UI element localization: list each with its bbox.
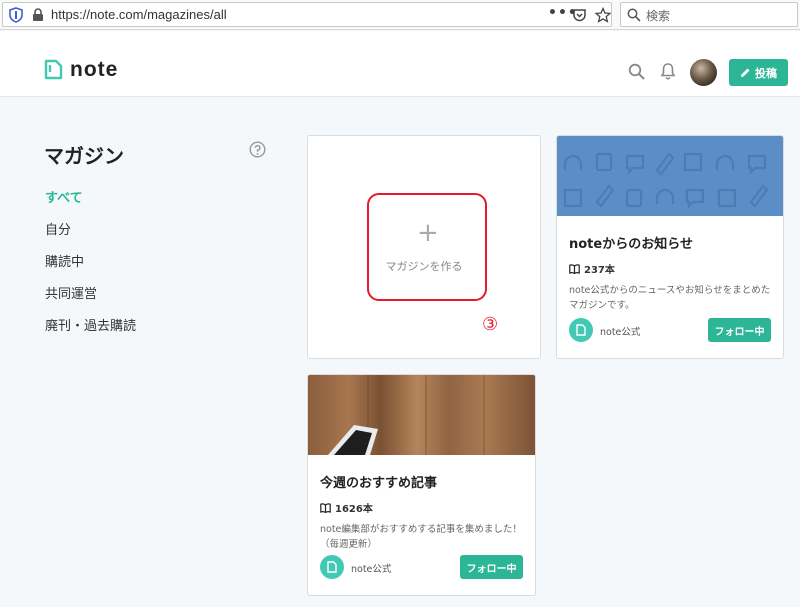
sidebar-item-subscribed[interactable]: 購読中 bbox=[45, 254, 136, 286]
sidebar-item-mine[interactable]: 自分 bbox=[45, 222, 136, 254]
create-magazine-card[interactable]: + マガジンを作る ③ bbox=[307, 135, 541, 359]
lock-icon[interactable] bbox=[31, 8, 45, 22]
search-icon[interactable] bbox=[628, 63, 645, 80]
annotation-highlight-box bbox=[367, 193, 487, 301]
help-icon[interactable] bbox=[249, 141, 266, 158]
url-text[interactable]: https://note.com/magazines/all bbox=[51, 7, 227, 22]
article-count: 1626本 bbox=[320, 500, 523, 515]
site-header: note 投稿 bbox=[0, 31, 800, 97]
owner-name[interactable]: note公式 bbox=[600, 324, 640, 338]
magazine-title[interactable]: 今週のおすすめ記事 bbox=[320, 472, 523, 491]
logo-text: note bbox=[70, 58, 119, 81]
magazine-cover-image[interactable] bbox=[308, 375, 535, 455]
note-logo[interactable]: note bbox=[44, 59, 118, 80]
browser-search-placeholder: 検索 bbox=[646, 9, 671, 23]
sidebar-nav: すべて 自分 購読中 共同運営 廃刊・過去購読 bbox=[45, 190, 136, 350]
book-icon bbox=[320, 502, 331, 513]
search-icon bbox=[627, 8, 641, 22]
browser-toolbar: https://note.com/magazines/all ••• 検索 bbox=[0, 0, 800, 30]
magazine-description: note編集部がおすすめする記事を集めました！（毎週更新） bbox=[320, 524, 522, 550]
note-logo-icon bbox=[576, 324, 586, 336]
following-button[interactable]: フォロー中 bbox=[708, 318, 771, 342]
user-avatar[interactable] bbox=[690, 59, 717, 86]
magazine-card[interactable]: 今週のおすすめ記事 1626本 note編集部がおすすめする記事を集めました！（… bbox=[307, 374, 536, 596]
owner-avatar[interactable] bbox=[569, 318, 593, 342]
magazine-description: note公式からのニュースやお知らせをまとめたマガジンです。 bbox=[569, 285, 771, 311]
article-count: 237本 bbox=[569, 261, 771, 276]
following-button[interactable]: フォロー中 bbox=[460, 555, 523, 579]
cover-icon-pattern bbox=[563, 152, 769, 209]
magazine-cover-image[interactable] bbox=[557, 136, 783, 216]
sidebar-item-discontinued[interactable]: 廃刊・過去購読 bbox=[45, 318, 136, 350]
cover-tablet-illustration bbox=[328, 375, 485, 455]
magazine-card[interactable]: noteからのお知らせ 237本 note公式からのニュースやお知らせをまとめた… bbox=[556, 135, 784, 359]
note-logo-icon bbox=[327, 561, 337, 573]
owner-name[interactable]: note公式 bbox=[351, 561, 391, 575]
sidebar-item-all[interactable]: すべて bbox=[45, 190, 136, 222]
pencil-icon bbox=[741, 68, 750, 77]
article-count-value: 1626本 bbox=[335, 504, 373, 515]
book-icon bbox=[569, 263, 580, 274]
article-count-value: 237本 bbox=[584, 265, 615, 276]
browser-search-box[interactable]: 検索 bbox=[620, 2, 798, 27]
post-button[interactable]: 投稿 bbox=[729, 59, 788, 86]
annotation-step-number: ③ bbox=[482, 314, 499, 335]
owner-avatar[interactable] bbox=[320, 555, 344, 579]
address-bar[interactable]: https://note.com/magazines/all ••• bbox=[2, 2, 612, 27]
magazine-footer: note公式 フォロー中 bbox=[320, 555, 523, 579]
bookmark-star-icon[interactable] bbox=[595, 7, 611, 23]
shield-icon[interactable] bbox=[9, 7, 23, 23]
magazine-title[interactable]: noteからのお知らせ bbox=[569, 233, 771, 252]
note-logo-icon bbox=[44, 59, 63, 80]
sidebar-item-co-managed[interactable]: 共同運営 bbox=[45, 286, 136, 318]
magazine-footer: note公式 フォロー中 bbox=[569, 318, 771, 342]
page-title: マガジン bbox=[44, 144, 124, 168]
pocket-icon[interactable] bbox=[572, 8, 587, 23]
post-button-label: 投稿 bbox=[755, 66, 777, 80]
notification-bell-icon[interactable] bbox=[660, 62, 676, 80]
